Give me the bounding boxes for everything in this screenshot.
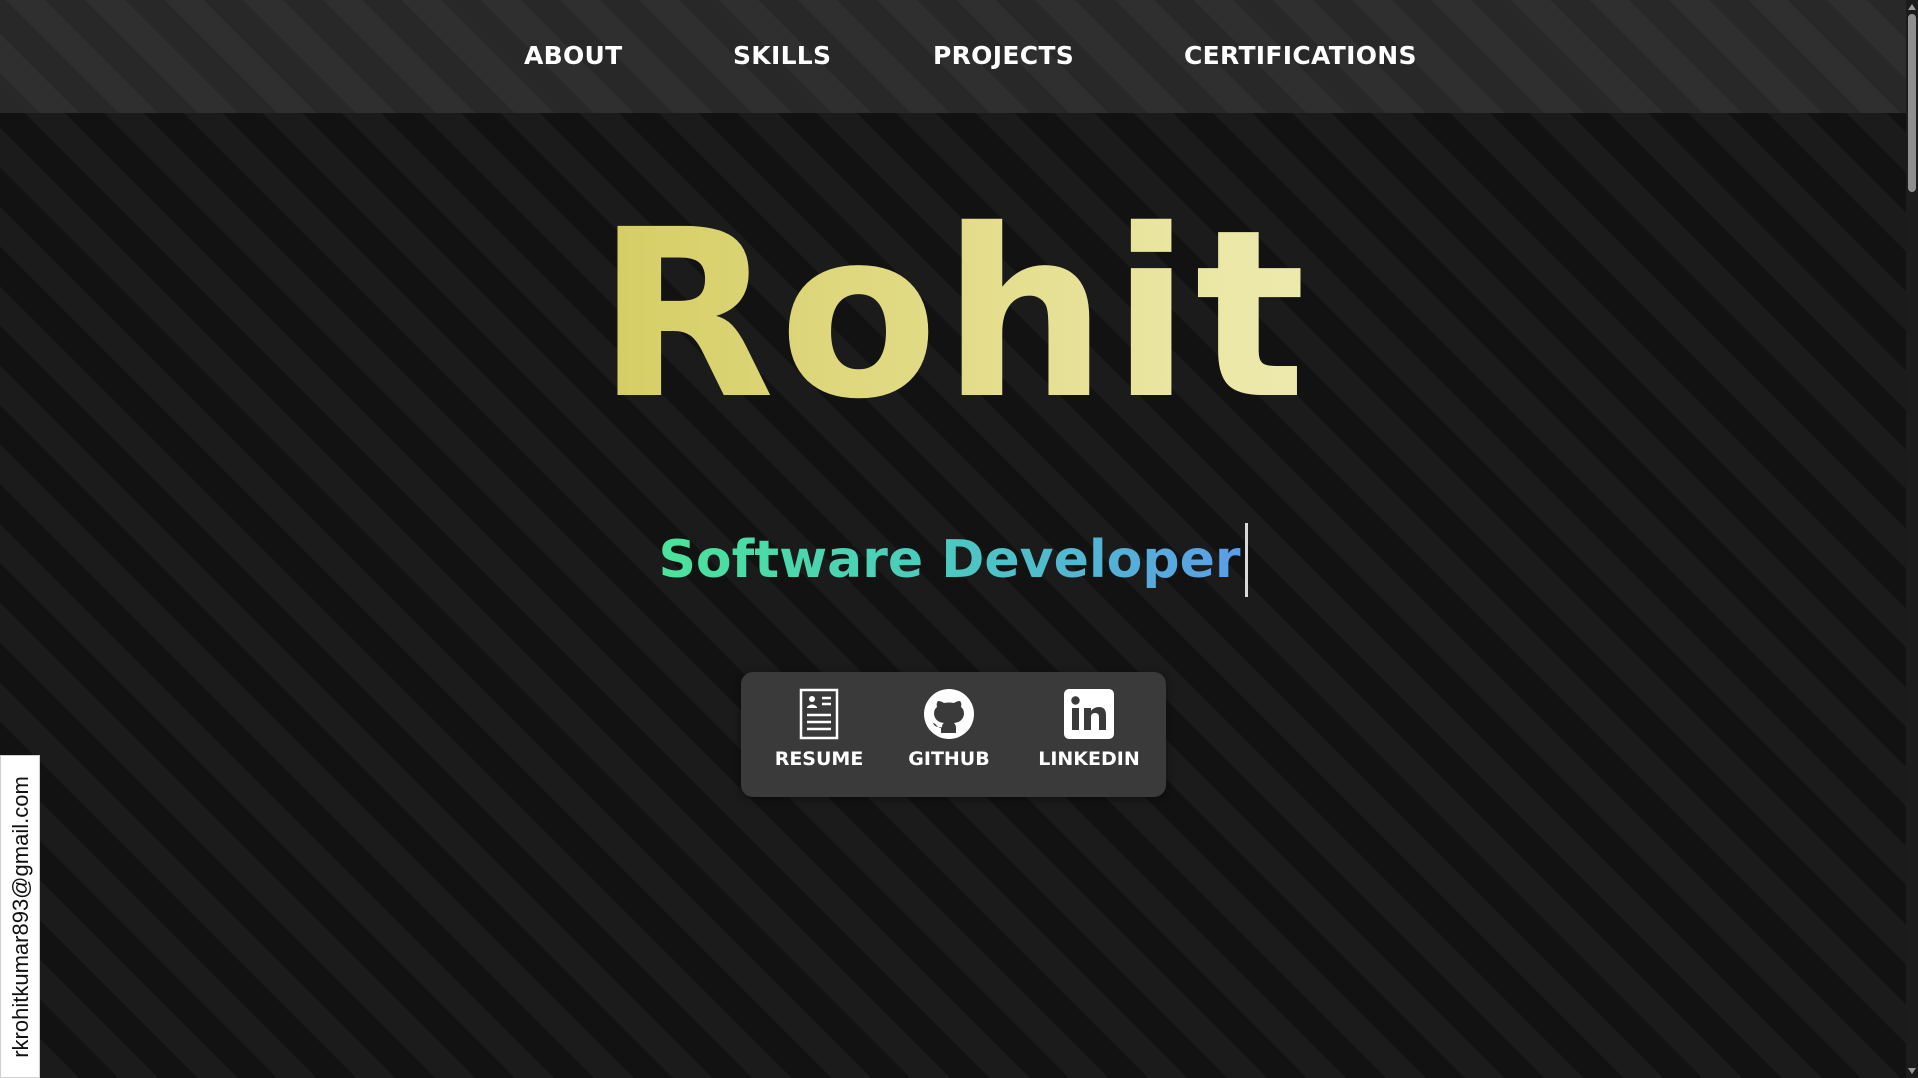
github-link[interactable]: GITHUB <box>901 688 997 784</box>
typing-caret <box>1244 523 1248 597</box>
github-icon <box>924 689 974 739</box>
nav-about-link[interactable]: ABOUT <box>524 38 623 74</box>
scroll-up-arrow-icon[interactable] <box>1908 4 1916 10</box>
hero-subtitle-row: Software Developer <box>0 520 1906 600</box>
github-label: GITHUB <box>908 748 990 770</box>
linkedin-link[interactable]: LINKEDIN <box>1037 688 1141 784</box>
resume-link[interactable]: RESUME <box>771 688 867 784</box>
nav-projects-link[interactable]: PROJECTS <box>933 38 1074 74</box>
linkedin-label: LINKEDIN <box>1038 748 1140 770</box>
email-address: rkrohitkumar893@gmail.com <box>8 776 33 1058</box>
hero-subtitle: Software Developer <box>658 520 1240 600</box>
hero-name-title: Rohit <box>0 195 1906 435</box>
nav-skills-link[interactable]: SKILLS <box>733 38 831 74</box>
resume-label: RESUME <box>774 748 864 770</box>
resume-icon <box>799 688 839 740</box>
scroll-thumb[interactable] <box>1908 14 1916 192</box>
linkedin-icon <box>1064 689 1114 739</box>
email-side-tab[interactable]: rkrohitkumar893@gmail.com <box>0 755 40 1078</box>
top-navbar: ABOUT SKILLS PROJECTS CERTIFICATIONS <box>0 0 1906 113</box>
nav-certifications-link[interactable]: CERTIFICATIONS <box>1184 38 1417 74</box>
social-links-card: RESUME GITHUB LINKEDIN <box>741 672 1166 797</box>
vertical-scrollbar[interactable] <box>1906 0 1918 1078</box>
hero-name-text: Rohit <box>596 180 1310 450</box>
portfolio-page: ABOUT SKILLS PROJECTS CERTIFICATIONS Roh… <box>0 0 1906 1078</box>
scroll-down-arrow-icon[interactable] <box>1908 1068 1916 1074</box>
